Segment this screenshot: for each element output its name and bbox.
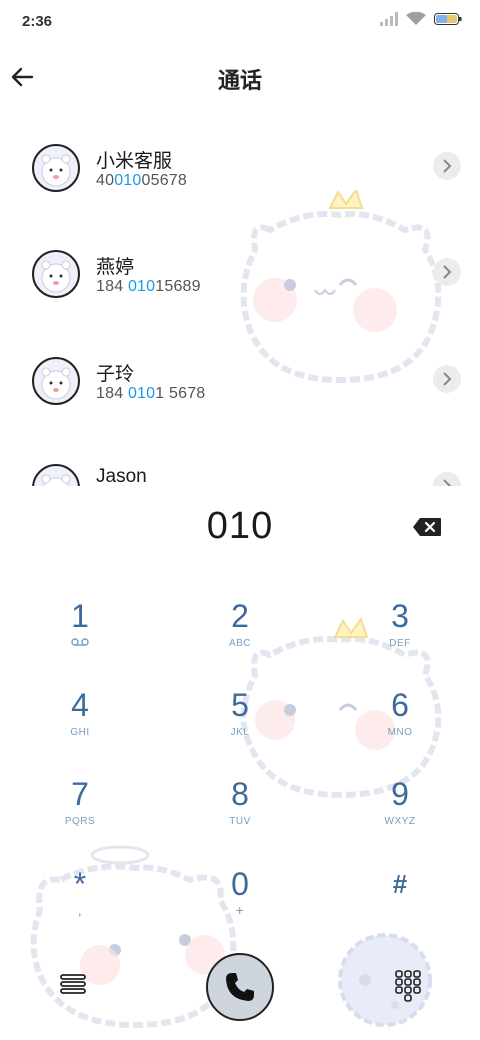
phone-icon [226,973,254,1001]
dialed-number: 010 [206,505,274,547]
avatar [32,250,80,298]
contact-number: 4001005678 [96,172,187,189]
chevron-right-icon [443,265,452,279]
header: 通话 [0,48,480,110]
contact-row[interactable]: Jason [0,434,480,486]
contact-row[interactable]: 燕婷 184 01015689 [0,220,480,320]
page-title: 通话 [217,68,262,93]
key-1[interactable]: 1 [20,598,140,678]
wifi-icon [406,12,426,25]
key-hash[interactable]: # [340,866,460,946]
call-button[interactable] [206,953,274,1021]
contact-detail-button[interactable] [433,365,461,393]
key-5[interactable]: 5 JKL [180,687,300,767]
battery-icon [434,13,462,25]
contact-number: 184 01015689 [96,278,201,295]
chevron-right-icon [443,372,452,386]
contact-name: 燕婷 [96,257,135,278]
contact-row[interactable]: 小米客服 4001005678 [0,114,480,214]
avatar [32,144,80,192]
status-icons [380,12,462,26]
contact-name: 小米客服 [96,151,173,172]
contact-name: Jason [96,466,147,486]
avatar [32,357,80,405]
chevron-right-icon [443,479,452,486]
avatar [32,464,80,486]
voicemail-icon [20,638,140,649]
backspace-icon[interactable] [412,517,442,537]
menu-icon[interactable] [58,970,88,998]
dial-display: 010 [0,495,480,565]
status-bar: 2:36 [0,0,480,44]
key-0[interactable]: 0 + [180,866,300,946]
contact-name: 子玲 [96,364,135,385]
key-star[interactable]: * , [20,866,140,946]
signal-icon [380,12,398,26]
bear-avatar-icon [41,260,71,293]
contact-detail-button[interactable] [433,472,461,486]
key-4[interactable]: 4 GHI [20,687,140,767]
contact-row[interactable]: 子玲 184 0101 5678 [0,327,480,427]
status-time: 2:36 [22,13,53,30]
chevron-right-icon [443,159,452,173]
key-7[interactable]: 7 PQRS [20,776,140,856]
contact-list: 小米客服 4001005678 燕婷 184 01015689 子玲 184 0… [0,114,480,486]
dialpad-icon[interactable] [392,968,424,1002]
bear-avatar-icon [41,154,71,187]
key-9[interactable]: 9 WXYZ [340,776,460,856]
key-2[interactable]: 2 ABC [180,598,300,678]
bear-avatar-icon [41,367,71,400]
contact-detail-button[interactable] [433,258,461,286]
contact-detail-button[interactable] [433,152,461,180]
key-3[interactable]: 3 DEF [340,598,460,678]
bear-avatar-icon [41,474,71,486]
key-6[interactable]: 6 MNO [340,687,460,767]
key-8[interactable]: 8 TUV [180,776,300,856]
contact-number: 184 0101 5678 [96,385,206,402]
